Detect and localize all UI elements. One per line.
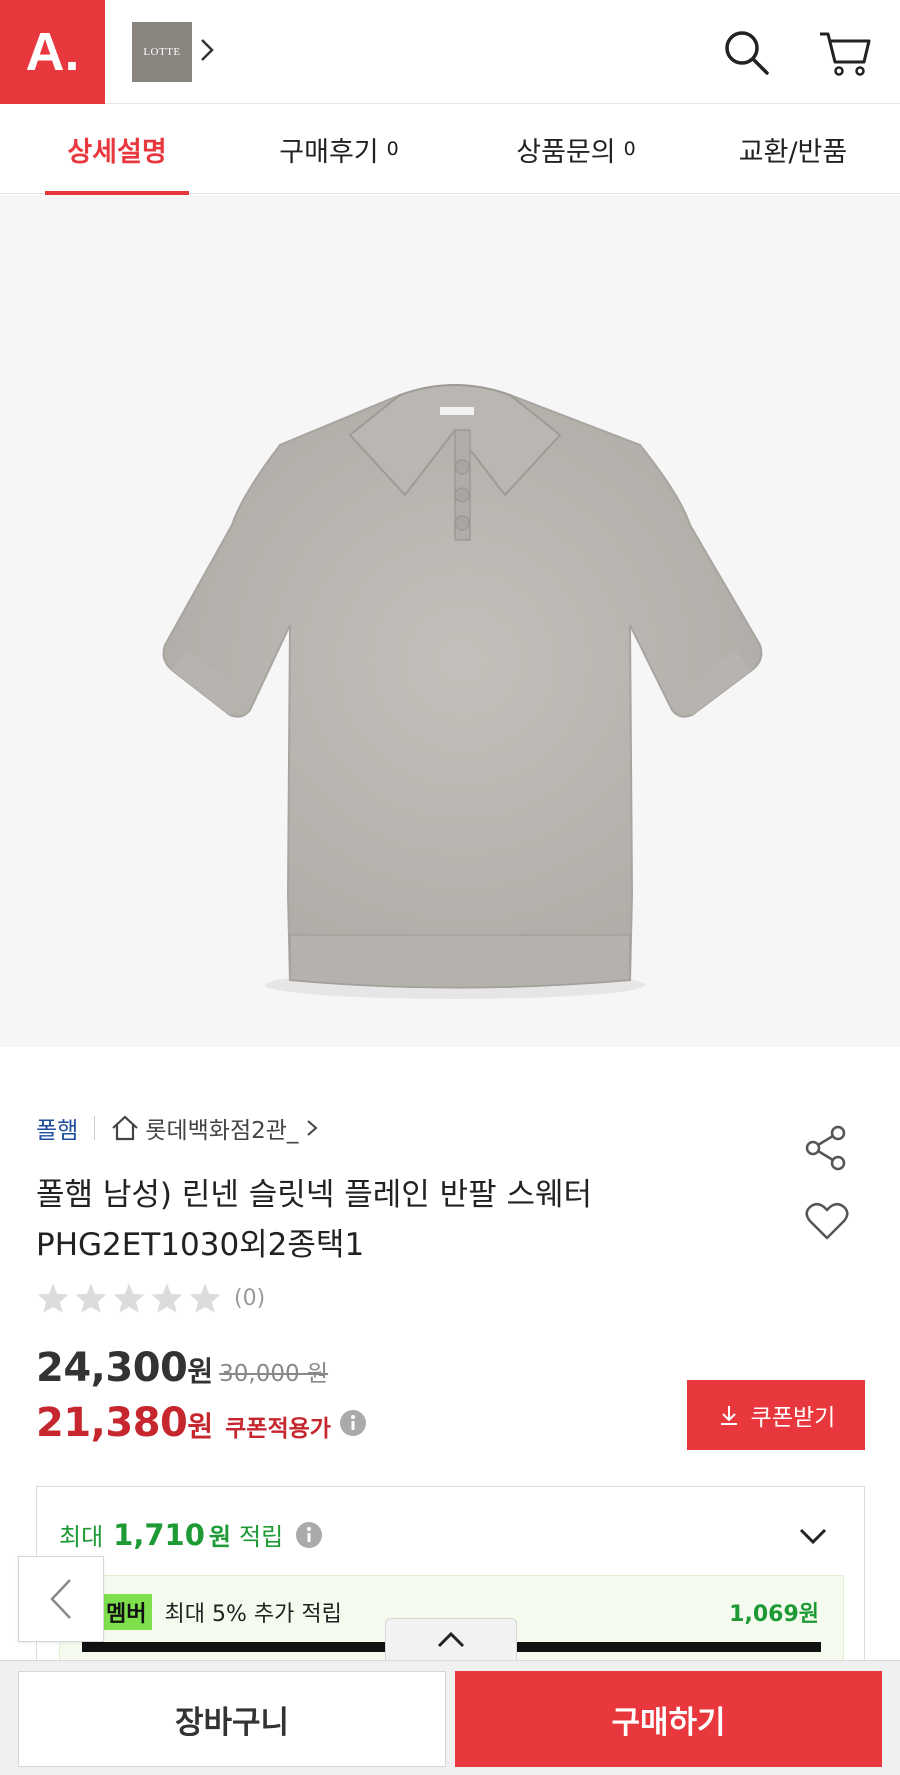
price-row: 24,300 원 30,000 원 [36,1345,328,1391]
points-suffix: 적립 [239,1523,284,1551]
coupon-price: 21,380 [36,1400,188,1446]
rating-count: (0) [234,1285,266,1311]
site-logo[interactable]: A. [0,0,105,104]
coupon-label: 쿠폰적용가 [225,1416,331,1442]
chevron-right-icon [307,1120,318,1136]
coupon-price-unit: 원 [187,1410,214,1443]
chevron-right-icon[interactable] [200,36,214,64]
tab-description[interactable]: 상세설명 [45,104,189,195]
store-link[interactable]: 롯데백화점2관_ [111,1111,326,1145]
get-coupon-label: 쿠폰받기 [750,1404,836,1430]
coupon-price-row: 21,380 원 쿠폰적용가 [36,1400,367,1446]
store-row: 폴햄 롯데백화점2관_ [36,1108,326,1148]
tab-label: 상품문의 [516,136,616,168]
tab-reviews[interactable]: 구매후기 0 [229,104,449,194]
app-header: A. LOTTE [0,0,900,104]
chevron-down-icon[interactable] [798,1527,828,1545]
info-icon[interactable] [339,1409,367,1437]
download-icon [720,1406,737,1425]
rating[interactable]: (0) [36,1282,265,1314]
home-icon [112,1115,139,1141]
brand-link[interactable]: 폴햄 [36,1111,78,1145]
cart-icon[interactable] [818,28,872,78]
star-icon [113,1283,145,1313]
star-icon [151,1283,183,1313]
divider [94,1116,96,1140]
polo-shirt-image [162,384,763,999]
chevron-up-icon [437,1631,465,1647]
rating-stars [36,1282,222,1314]
points-prefix: 최대 [59,1523,104,1551]
detail-tabs: 상세설명 구매후기 0 상품문의 0 교환/반품 [0,104,900,195]
tab-label: 교환/반품 [738,136,848,168]
star-icon [75,1283,107,1313]
tab-count: 0 [386,138,399,160]
member-amount: 1,069원 [729,1602,819,1627]
member-badge: 멤버 [100,1594,153,1630]
tab-label: 상세설명 [67,136,167,168]
wishlist-heart-icon[interactable] [804,1200,850,1242]
sale-price: 24,300 [36,1345,188,1391]
points-unit: 원 [208,1523,231,1551]
search-icon[interactable] [722,28,772,78]
brand-logo[interactable]: LOTTE [132,22,192,82]
points-summary: 최대 1,710 원 적립 [59,1517,323,1552]
bottom-action-bar: 장바구니 구매하기 [0,1660,900,1775]
member-text: 최대 5% 추가 적립 [164,1602,342,1627]
tab-qna[interactable]: 상품문의 0 [469,104,683,194]
add-to-cart-button[interactable]: 장바구니 [18,1671,446,1767]
tab-count: 0 [623,138,636,160]
buy-now-button[interactable]: 구매하기 [455,1671,882,1767]
product-title: 폴햄 남성) 린넨 슬릿넥 플레인 반팔 스웨터 PHG2ET1030외2종택1 [36,1170,776,1270]
original-price: 30,000 원 [219,1361,329,1387]
share-icon[interactable] [802,1124,850,1172]
info-icon[interactable] [295,1521,323,1549]
tab-label: 구매후기 [279,136,379,168]
star-icon [37,1283,69,1313]
store-name: 롯데백화점2관_ [145,1118,299,1144]
tab-exchange-return[interactable]: 교환/반품 [703,104,883,194]
product-title-line1: 폴햄 남성) 린넨 슬릿넥 플레인 반팔 스웨터 [36,1177,593,1213]
back-button[interactable] [18,1556,104,1642]
expand-options-tab[interactable] [385,1618,517,1660]
get-coupon-button[interactable]: 쿠폰받기 [687,1380,865,1450]
points-amount: 1,710 [113,1517,205,1552]
chevron-left-icon [50,1579,71,1619]
product-title-line2: PHG2ET1030외2종택1 [36,1227,365,1263]
price-unit: 원 [187,1355,214,1388]
product-image[interactable] [0,195,900,1047]
star-icon [189,1283,221,1313]
